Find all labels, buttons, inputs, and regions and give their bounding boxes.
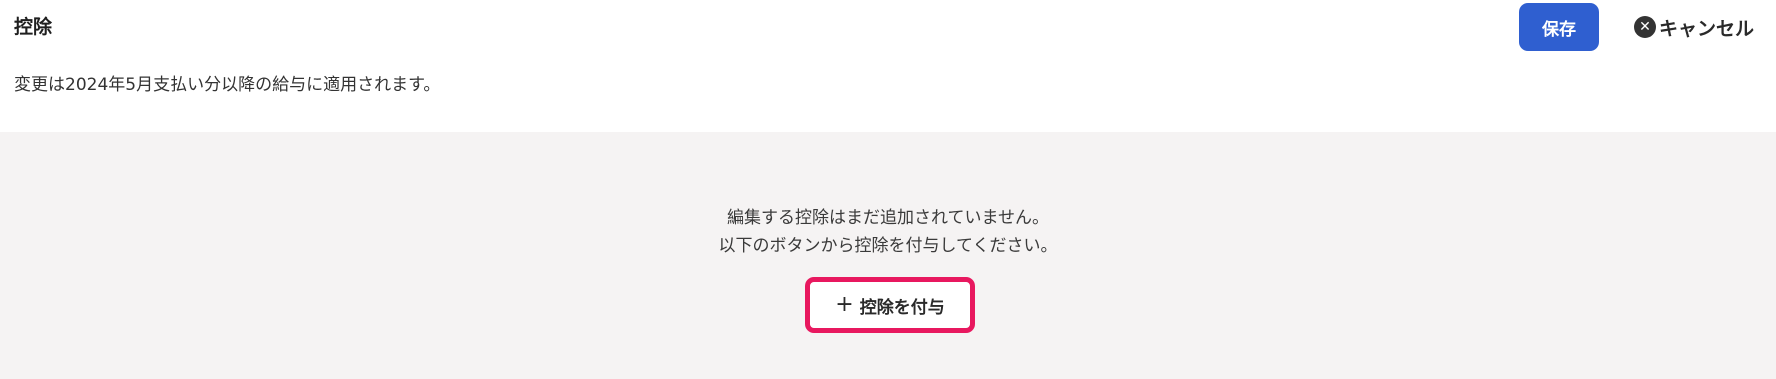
cancel-label: キャンセル — [1659, 17, 1755, 40]
header: 控除 変更は2024年5月支払い分以降の給与に適用されます。 保存 ✕ キャンセ… — [0, 0, 1776, 132]
deductions-editor: 控除 変更は2024年5月支払い分以降の給与に適用されます。 保存 ✕ キャンセ… — [0, 0, 1776, 379]
plus-icon: + — [835, 292, 854, 317]
add-deduction-highlight: + 控除を付与 — [805, 277, 975, 333]
empty-state-message: 編集する控除はまだ追加されていません。 以下のボタンから控除を付与してください。 — [0, 204, 1776, 260]
effective-date-notice: 変更は2024年5月支払い分以降の給与に適用されます。 — [14, 75, 441, 95]
empty-state-panel: 編集する控除はまだ追加されていません。 以下のボタンから控除を付与してください。… — [0, 132, 1776, 379]
empty-state-line-2: 以下のボタンから控除を付与してください。 — [718, 236, 1058, 256]
save-button[interactable]: 保存 — [1519, 3, 1599, 51]
close-circle-icon: ✕ — [1634, 16, 1656, 38]
cancel-button[interactable]: ✕ キャンセル — [1634, 12, 1754, 42]
empty-state-line-1: 編集する控除はまだ追加されていません。 — [727, 208, 1049, 228]
add-deduction-label: 控除を付与 — [859, 297, 945, 318]
add-deduction-button[interactable]: + 控除を付与 — [810, 282, 970, 328]
page-title: 控除 — [14, 16, 53, 38]
